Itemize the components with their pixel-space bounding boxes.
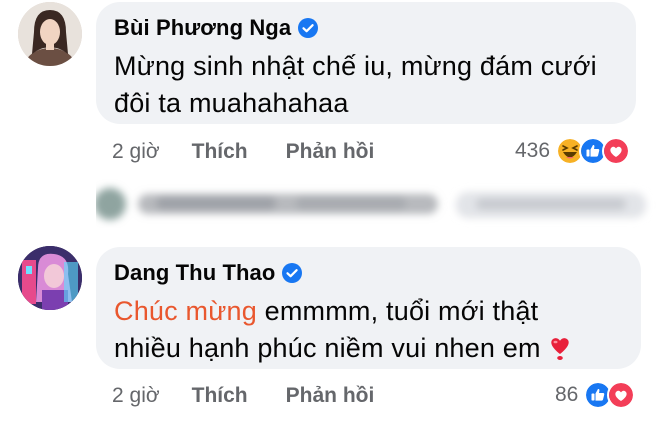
comment-author[interactable]: Dang Thu Thao	[114, 260, 275, 286]
reaction-summary[interactable]: 436	[515, 137, 631, 165]
avatar-photo	[18, 246, 82, 310]
comment-text-line: Mừng sinh nhật chế iu, mừng đám cưới	[114, 51, 597, 81]
avatar[interactable]	[18, 2, 82, 66]
comments-section: Bùi Phương Nga Mừng sinh nhật chế iu, mừ…	[0, 0, 660, 422]
blurred-content	[94, 188, 646, 220]
verified-badge-icon	[298, 18, 319, 38]
verified-badge-icon	[282, 263, 303, 283]
avatar[interactable]	[18, 246, 82, 310]
comment-text-span: nhiều hạnh phúc niềm vui nhen em	[114, 333, 541, 363]
comment-bubble: Dang Thu Thao Chúc mừng emmmm, tuổi mới …	[96, 247, 641, 369]
love-icon	[607, 381, 636, 409]
comment-text-line: đôi ta muahahahaa	[114, 88, 349, 118]
avatar-photo	[18, 2, 82, 66]
blurred-comment	[94, 178, 656, 228]
love-icon	[602, 137, 631, 165]
comment-author[interactable]: Bùi Phương Nga	[114, 15, 291, 41]
comment-text-line: Chúc mừng emmmm, tuổi mới thật	[114, 293, 623, 330]
comment-timestamp[interactable]: 2 giờ	[112, 384, 160, 408]
reply-button[interactable]: Phản hồi	[286, 140, 375, 164]
comment-text-rest: emmmm, tuổi mới thật	[256, 296, 539, 326]
comment-bubble: Bùi Phương Nga Mừng sinh nhật chế iu, mừ…	[96, 2, 636, 124]
comment-actions: 2 giờ Thích Phản hồi	[112, 140, 374, 164]
comment-highlight-text: Chúc mừng	[114, 296, 257, 326]
reaction-summary[interactable]: 86	[555, 381, 636, 409]
comment-text: Mừng sinh nhật chế iu, mừng đám cưới đôi…	[114, 48, 618, 122]
reaction-count: 436	[515, 139, 551, 162]
reaction-count: 86	[555, 383, 579, 406]
reply-button[interactable]: Phản hồi	[286, 384, 375, 408]
like-button[interactable]: Thích	[192, 384, 248, 408]
comment-actions: 2 giờ Thích Phản hồi	[112, 384, 374, 408]
comment-text: Chúc mừng emmmm, tuổi mới thật nhiều hạn…	[114, 293, 623, 367]
comment-timestamp[interactable]: 2 giờ	[112, 140, 160, 164]
comment-text-line: nhiều hạnh phúc niềm vui nhen em	[114, 330, 623, 367]
heart-icon	[551, 338, 569, 360]
like-button[interactable]: Thích	[192, 140, 248, 164]
